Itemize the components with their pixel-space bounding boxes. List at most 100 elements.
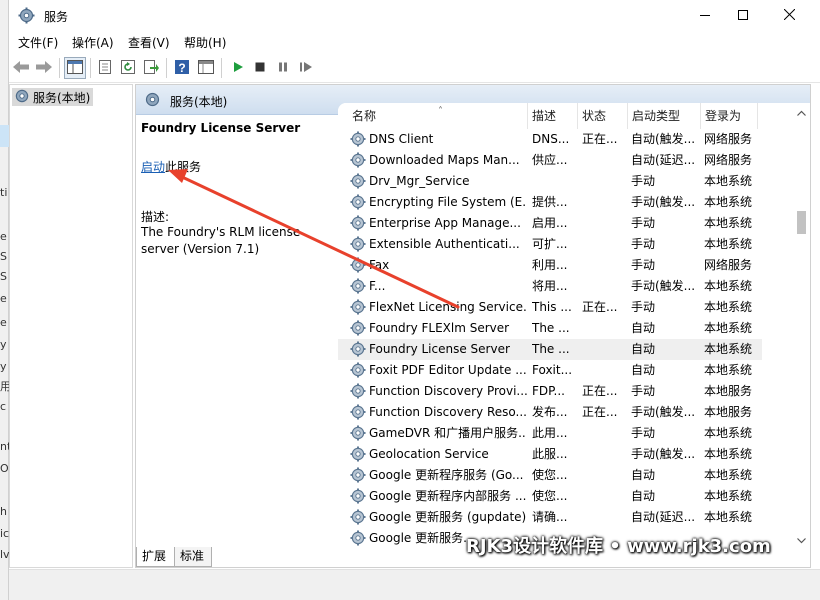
restart-service-button[interactable] [295,57,317,79]
service-startup-cell: 手动 [631,426,656,440]
start-service-button[interactable] [227,57,249,79]
service-name-cell: GameDVR 和广播用户服务... [369,426,527,440]
service-logon-cell: 本地系统 [704,363,753,377]
service-logon-cell: 本地系统 [704,489,753,503]
service-gear-icon [350,299,366,315]
menu-action[interactable]: 操作(A) [72,34,114,51]
service-startup-cell: 自动 [631,363,656,377]
service-desc-cell: This ... [532,300,572,314]
service-detail-panel: Foundry License Server 启动此服务 描述: The Fou… [136,116,336,546]
service-gear-icon [350,404,366,420]
service-gear-icon [350,362,366,378]
service-logon-cell: 本地系统 [704,321,753,335]
service-logon-cell: 网络服务 [704,258,753,272]
menu-help[interactable]: 帮助(H) [184,34,226,51]
column-header-state[interactable]: 状态 [578,103,628,129]
table-row[interactable]: F... 将用... 手动(触发... 本地系统 [338,276,762,297]
service-name-cell: Google 更新程序内部服务 ... [369,489,527,503]
service-desc-cell: 此用... [532,426,568,440]
service-logon-cell: 网络服务 [704,153,753,167]
service-name-cell: Enterprise App Manage... [369,216,521,230]
bg-fragment: h [0,505,7,518]
table-row[interactable]: Function Discovery Reso... 发布... 正在... 手动(触… [338,402,762,423]
table-row[interactable]: Extensible Authenticati... 可扩... 手动 本地系统 [338,234,762,255]
service-desc-cell: 使您... [532,468,568,482]
table-row[interactable]: Google 更新服务 (gupdate) 请确... 自动(延迟... 本地系统 [338,507,762,528]
export-button[interactable] [140,57,162,79]
service-desc-cell: DNS... [532,132,570,146]
toolbar-separator [166,58,167,78]
column-header-name[interactable]: 名称 ˄ [348,103,528,129]
maximize-button[interactable] [720,0,766,31]
menu-view[interactable]: 查看(V) [128,34,170,51]
service-startup-cell: 手动(触发... [631,279,696,293]
scrollbar-thumb[interactable] [797,211,806,234]
table-row[interactable]: Enterprise App Manage... 启用... 手动 本地系统 [338,213,762,234]
table-row[interactable]: Google 更新程序服务 (Go... 使您... 自动 本地系统 [338,465,762,486]
toolbar-separator [59,58,60,78]
service-startup-cell: 自动(延迟... [631,153,696,167]
service-gear-icon [350,257,366,273]
forward-icon [35,59,53,78]
export-icon [143,59,159,78]
service-startup-cell: 自动 [631,342,656,356]
service-logon-cell: 本地系统 [704,216,753,230]
help-icon: ? [174,59,190,78]
tab-standard[interactable]: 标准 [174,547,212,567]
table-row[interactable]: Fax 利用... 手动 网络服务 [338,255,762,276]
pause-service-button[interactable] [272,57,294,79]
bg-fragment: O [0,462,9,475]
properties-button[interactable] [94,57,116,79]
refresh-button[interactable] [117,57,139,79]
vertical-scrollbar[interactable] [793,103,810,550]
table-row[interactable]: Google 更新程序内部服务 ... 使您... 自动 本地系统 [338,486,762,507]
start-service-suffix: 此服务 [165,160,202,174]
back-button[interactable] [10,57,32,79]
table-row[interactable]: Function Discovery Provi... FDP... 正在... 手动… [338,381,762,402]
column-header-startup[interactable]: 启动类型 [628,103,701,129]
sort-arrow-icon: ˄ [438,106,443,117]
service-desc-cell: 利用... [532,258,568,272]
help-button[interactable]: ? [171,57,193,79]
scroll-up-icon[interactable] [793,104,810,121]
list-header: 名称 ˄ 描述 状态 启动类型 登录为 [338,103,810,129]
title-bar[interactable]: 服务 [9,0,820,31]
bg-fragment: c [0,400,7,413]
tab-extended[interactable]: 扩展 [136,547,175,567]
table-row[interactable]: Foxit PDF Editor Update ... Foxit... 自动 本地系… [338,360,762,381]
table-row[interactable]: Foundry FLEXlm Server The ... 自动 本地系统 [338,318,762,339]
stop-service-button[interactable] [249,57,271,79]
service-gear-icon [350,131,366,147]
table-row[interactable]: Geolocation Service 此服... 手动(触发... 本地系统 [338,444,762,465]
table-row[interactable]: FlexNet Licensing Service... This ... 正在..… [338,297,762,318]
service-name-cell: Google 更新服务 (gupdate) [369,510,527,524]
console-button[interactable] [195,57,217,79]
menu-file[interactable]: 文件(F) [18,34,58,51]
background-selection [0,125,9,147]
table-row[interactable]: Foundry License Server The ... 自动 本地系统 [338,339,762,360]
start-service-link[interactable]: 启动 [141,160,165,174]
services-gear-icon [14,88,30,107]
table-row[interactable]: GameDVR 和广播用户服务... 此用... 手动 本地系统 [338,423,762,444]
table-row[interactable]: Downloaded Maps Man... 供应... 自动(延迟... 网络服务 [338,150,762,171]
services-list[interactable]: 名称 ˄ 描述 状态 启动类型 登录为 DNS Client DNS... 正在..… [338,103,810,550]
forward-button[interactable] [33,57,55,79]
table-row[interactable]: DNS Client DNS... 正在... 自动(触发... 网络服务 [338,129,762,150]
column-header-logon[interactable]: 登录为 [701,103,758,129]
service-gear-icon [350,320,366,336]
service-logon-cell: 本地服务 [704,405,753,419]
service-desc-cell: The ... [532,321,570,335]
show-tree-button[interactable] [64,57,86,79]
close-button[interactable] [766,0,812,31]
watermark-text: RJK3设计软件库 • www.rjk3.com [466,536,771,557]
toolbar-separator [221,58,222,78]
table-row[interactable]: Encrypting File System (E... 提供... 手动(触发..… [338,192,762,213]
column-header-desc[interactable]: 描述 [528,103,578,129]
bg-fragment: 用 [0,380,9,393]
service-startup-cell: 手动 [631,384,656,398]
tree-node-local-services[interactable]: 服务(本地) [12,88,94,107]
bg-fragment: nt [0,440,9,453]
table-row[interactable]: Drv_Mgr_Service 手动 本地系统 [338,171,762,192]
service-name-cell: Foundry FLEXlm Server [369,321,510,335]
service-name-heading: Foundry License Server [141,121,301,135]
